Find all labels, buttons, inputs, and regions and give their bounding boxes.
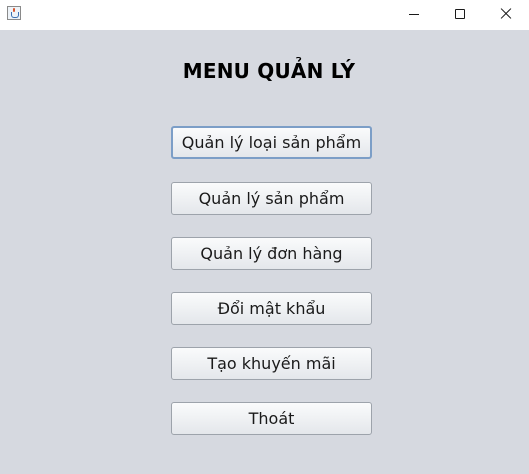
- title-bar[interactable]: [0, 0, 529, 30]
- close-button[interactable]: [483, 0, 529, 30]
- maximize-button[interactable]: [437, 0, 483, 30]
- minimize-button[interactable]: [391, 0, 437, 30]
- create-promotion-button[interactable]: Tạo khuyến mãi: [171, 347, 372, 380]
- exit-button[interactable]: Thoát: [171, 402, 372, 435]
- java-cup-icon[interactable]: [7, 6, 21, 20]
- close-icon: [500, 8, 512, 20]
- app-window: MENU QUẢN LÝ Quản lý loại sản phẩm Quản …: [0, 0, 529, 474]
- minimize-icon: [409, 14, 419, 15]
- maximize-icon: [455, 9, 465, 19]
- manage-products-button[interactable]: Quản lý sản phẩm: [171, 182, 372, 215]
- manage-orders-button[interactable]: Quản lý đơn hàng: [171, 237, 372, 270]
- change-password-button[interactable]: Đổi mật khẩu: [171, 292, 372, 325]
- page-title: MENU QUẢN LÝ: [182, 59, 356, 83]
- manage-product-categories-button[interactable]: Quản lý loại sản phẩm: [171, 126, 372, 159]
